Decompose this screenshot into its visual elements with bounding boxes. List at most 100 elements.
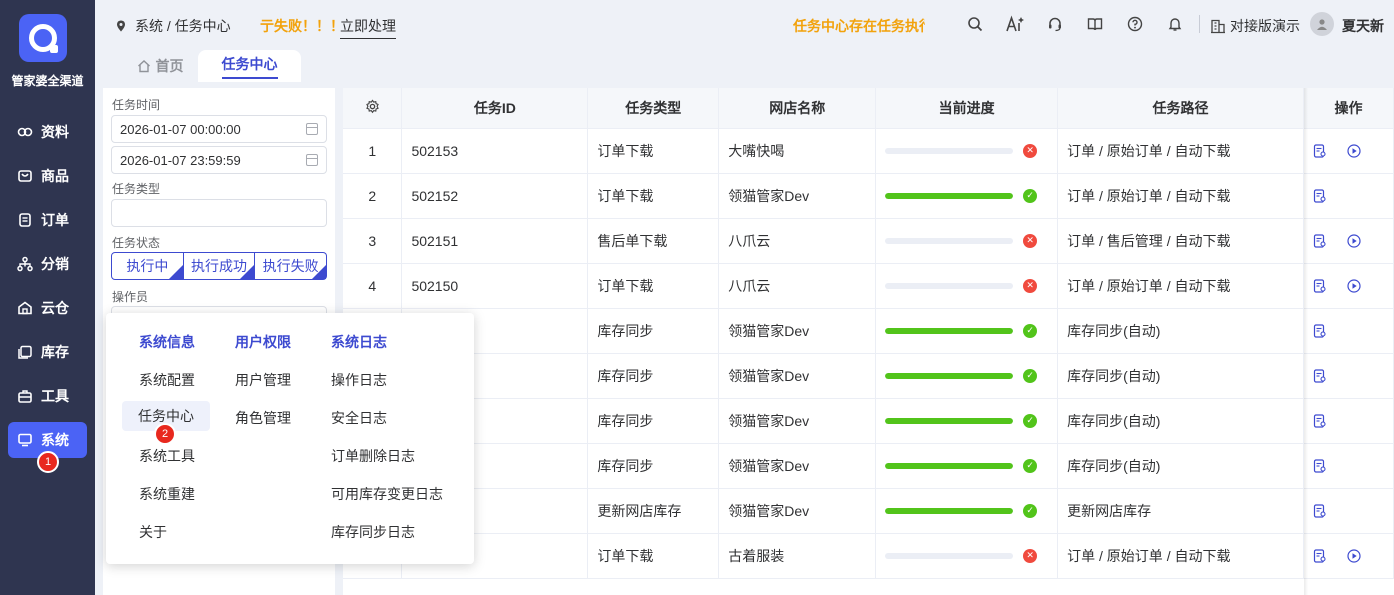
sidebar-item-label: 系统 <box>41 432 69 448</box>
rerun-play-icon[interactable] <box>1347 233 1361 248</box>
column-header[interactable]: 网店名称 <box>718 88 877 129</box>
sidebar-item-cloud-warehouse[interactable]: 云仓 <box>0 286 95 330</box>
progress-bar-fill <box>885 417 1014 424</box>
monitor-icon <box>16 431 34 449</box>
task-notice-marquee: 任务中心存在任务执行 <box>793 18 925 34</box>
rerun-play-icon[interactable] <box>1347 278 1361 293</box>
calendar-icon[interactable] <box>306 154 318 166</box>
task-path-cell: 库存同步(自动) <box>1057 398 1304 444</box>
view-log-icon[interactable] <box>1313 503 1327 518</box>
view-log-icon[interactable] <box>1313 323 1327 338</box>
manual-book-icon[interactable] <box>1085 14 1105 34</box>
support-headset-icon[interactable] <box>1045 14 1065 34</box>
user-name[interactable]: 夏天新 <box>1342 16 1384 36</box>
actions-cell <box>1303 353 1394 399</box>
view-log-icon[interactable] <box>1313 548 1327 563</box>
menu-item-stock-sync-log[interactable]: 库存同步日志 <box>331 522 415 542</box>
fix-now-link[interactable]: 立即处理 <box>340 16 396 39</box>
tab-task-center[interactable]: 任务中心 <box>198 50 301 82</box>
view-log-icon[interactable] <box>1313 368 1327 383</box>
menu-item-user-management[interactable]: 用户管理 <box>235 370 291 390</box>
actions-cell <box>1303 218 1394 264</box>
status-failed-toggle[interactable]: 执行失败 <box>255 252 328 280</box>
column-header[interactable]: 任务类型 <box>587 88 720 129</box>
sidebar-item-tools[interactable]: 工具 <box>0 374 95 418</box>
menu-item-operation-log[interactable]: 操作日志 <box>331 370 387 390</box>
task-type-cell: 售后单下载 <box>587 218 720 264</box>
view-log-icon[interactable] <box>1313 278 1327 293</box>
column-settings[interactable] <box>343 88 403 129</box>
actions-cell <box>1303 533 1394 579</box>
calendar-icon[interactable] <box>306 123 318 135</box>
table-row[interactable]: 1 502153 订单下载 大嘴快喝 ✕ 订单 / 原始订单 / 自动下载 <box>343 128 1394 174</box>
sidebar-item-goods[interactable]: 商品 <box>0 154 95 198</box>
sidebar-item-inventory[interactable]: 库存 <box>0 330 95 374</box>
sidebar: 管家婆全渠道 资料 商品 订单 分销 云仓 库存 工具 系统 1 <box>0 0 95 595</box>
table-row[interactable]: 3 502151 售后单下载 八爪云 ✕ 订单 / 售后管理 / 自动下载 <box>343 218 1394 264</box>
end-time-field[interactable]: 2026-01-07 23:59:59 <box>111 146 327 174</box>
status-running-toggle[interactable]: 执行中 <box>111 252 184 280</box>
table-row[interactable]: 库存同步 领猫管家Dev ✓ 库存同步(自动) <box>343 443 1394 489</box>
table-row[interactable]: 4 502150 订单下载 八爪云 ✕ 订单 / 原始订单 / 自动下载 <box>343 263 1394 309</box>
database-icon <box>16 123 34 141</box>
start-time-value: 2026-01-07 00:00:00 <box>120 121 241 137</box>
view-log-icon[interactable] <box>1313 188 1327 203</box>
search-icon[interactable] <box>965 14 985 34</box>
actions-cell <box>1303 488 1394 534</box>
progress-cell: ✕ <box>875 218 1059 264</box>
table-row[interactable]: 库存同步 领猫管家Dev ✓ 库存同步(自动) <box>343 308 1394 354</box>
status-success-toggle[interactable]: 执行成功 <box>183 252 256 280</box>
menu-item-stock-change-log[interactable]: 可用库存变更日志 <box>331 484 443 504</box>
view-log-icon[interactable] <box>1313 458 1327 473</box>
table-row[interactable]: 库存同步 领猫管家Dev ✓ 库存同步(自动) <box>343 353 1394 399</box>
shop-name-cell: 领猫管家Dev <box>718 308 877 354</box>
actions-cell <box>1303 398 1394 444</box>
menu-item-system-tools[interactable]: 系统工具 <box>139 446 195 466</box>
progress-bar-fill <box>885 507 1014 514</box>
view-log-icon[interactable] <box>1313 413 1327 428</box>
menu-item-role-management[interactable]: 角色管理 <box>235 408 291 428</box>
table-row[interactable]: 订单下载 古着服装 ✕ 订单 / 原始订单 / 自动下载 <box>343 533 1394 579</box>
table-row[interactable]: 更新网店库存 领猫管家Dev ✓ 更新网店库存 <box>343 488 1394 534</box>
progress-bar <box>885 417 1014 424</box>
rerun-play-icon[interactable] <box>1347 548 1361 563</box>
sidebar-item-orders[interactable]: 订单 <box>0 198 95 242</box>
view-log-icon[interactable] <box>1313 233 1327 248</box>
sidebar-item-data[interactable]: 资料 <box>0 110 95 154</box>
column-header[interactable]: 当前进度 <box>875 88 1059 129</box>
menu-item-about[interactable]: 关于 <box>139 522 167 542</box>
task-type-cell: 订单下载 <box>587 128 720 174</box>
header-toolbar <box>965 14 1210 34</box>
progress-cell: ✓ <box>875 308 1059 354</box>
tab-home[interactable]: 首页 <box>115 50 205 82</box>
table-row[interactable]: 库存同步 领猫管家Dev ✓ 库存同步(自动) <box>343 398 1394 444</box>
task-table: 任务ID 任务类型 网店名称 当前进度 任务路径 操作 1 502153 订单下载大… <box>343 88 1394 595</box>
avatar[interactable] <box>1310 12 1334 36</box>
account-switcher[interactable]: 对接版演示 <box>1210 16 1300 36</box>
table-row[interactable]: 2 502152 订单下载 领猫管家Dev ✓ 订单 / 原始订单 / 自动下载 <box>343 173 1394 219</box>
help-icon[interactable] <box>1125 14 1145 34</box>
top-bar: 系统 / 任务中心 亍失败！！！ 立即处理 任务中心存在任务执行 对接版演示 夏… <box>95 0 1394 48</box>
menu-item-system-config[interactable]: 系统配置 <box>139 370 195 390</box>
actions-cell <box>1303 173 1394 219</box>
task-type-select[interactable] <box>111 199 327 227</box>
menu-item-system-rebuild[interactable]: 系统重建 <box>139 484 195 504</box>
column-header[interactable]: 任务ID <box>401 88 589 129</box>
menu-item-security-log[interactable]: 安全日志 <box>331 408 387 428</box>
column-header[interactable]: 任务路径 <box>1057 88 1304 129</box>
sidebar-item-label: 分销 <box>41 256 69 272</box>
ai-assistant-icon[interactable] <box>1005 14 1025 34</box>
operator-label: 操作员 <box>112 290 149 304</box>
shop-name-cell: 领猫管家Dev <box>718 488 877 534</box>
checked-corner-icon <box>240 265 255 279</box>
rerun-play-icon[interactable] <box>1347 143 1361 158</box>
menu-item-order-delete-log[interactable]: 订单删除日志 <box>331 446 415 466</box>
view-log-icon[interactable] <box>1313 143 1327 158</box>
app-logo[interactable] <box>19 14 67 62</box>
notification-bell-icon[interactable] <box>1165 14 1185 34</box>
failure-x-icon: ✕ <box>1023 278 1038 293</box>
task-path-cell: 库存同步(自动) <box>1057 443 1304 489</box>
sidebar-item-distribution[interactable]: 分销 <box>0 242 95 286</box>
task-id-cell: 502153 <box>401 128 589 174</box>
start-time-field[interactable]: 2026-01-07 00:00:00 <box>111 115 327 143</box>
